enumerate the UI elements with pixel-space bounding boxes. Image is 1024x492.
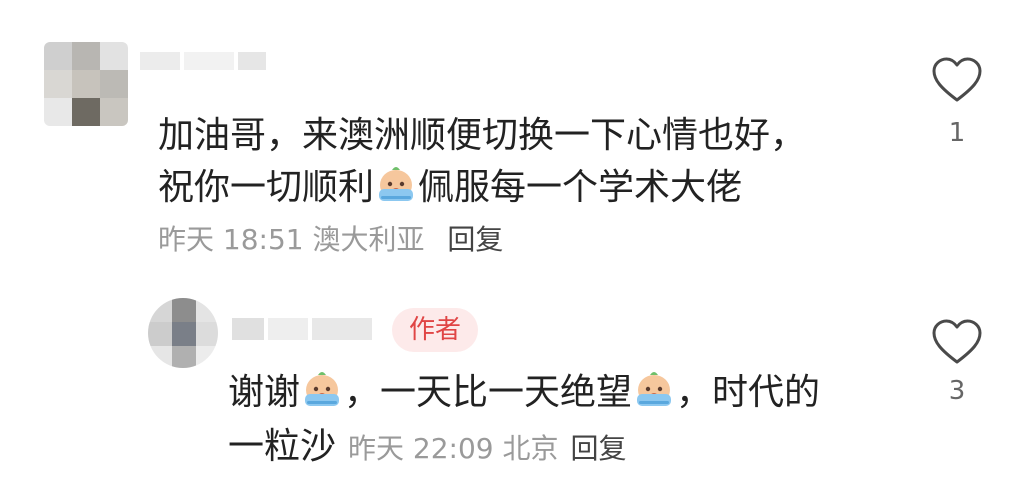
comment-location: 北京 xyxy=(502,432,559,465)
reply-text: 谢谢 ，一天比一天绝望 ，时代的 一粒沙 昨天 22:09 北京 回复 xyxy=(228,366,868,476)
avatar[interactable] xyxy=(148,298,218,368)
comment-meta: 昨天 18:51 澳大利亚 回复 xyxy=(158,220,503,260)
comment-line: 一粒沙 昨天 22:09 北京 回复 xyxy=(228,426,627,467)
comment-line: 加油哥，来澳洲顺便切换一下心情也好， xyxy=(158,115,807,156)
like-button[interactable] xyxy=(931,56,983,104)
author-badge: 作者 xyxy=(392,308,478,352)
crying-face-emoji-icon xyxy=(633,368,675,410)
like-count: 3 xyxy=(948,376,966,406)
reply-button[interactable]: 回复 xyxy=(571,432,627,465)
comment-line: 祝你一切顺利 佩服每一个学术大佬 xyxy=(158,162,878,214)
comment-line: 谢谢 ，一天比一天绝望 ，时代的 xyxy=(228,366,868,420)
like-button[interactable] xyxy=(931,318,983,366)
comment-text: 加油哥，来澳洲顺便切换一下心情也好， 祝你一切顺利 佩服每一个学术大佬 xyxy=(158,110,878,214)
username-blurred[interactable] xyxy=(140,46,270,76)
heart-outline-icon xyxy=(932,319,982,364)
heart-outline-icon xyxy=(932,57,982,102)
avatar[interactable] xyxy=(44,42,128,126)
crying-face-emoji-icon xyxy=(301,368,343,410)
comment-time: 昨天 18:51 xyxy=(158,223,304,256)
reply-button[interactable]: 回复 xyxy=(447,223,503,256)
comment-meta: 昨天 22:09 北京 回复 xyxy=(348,432,627,465)
username-blurred[interactable] xyxy=(232,308,382,348)
crying-face-emoji-icon xyxy=(375,163,417,205)
like-count: 1 xyxy=(948,118,966,148)
comment-time: 昨天 22:09 xyxy=(348,432,494,465)
comment-location: 澳大利亚 xyxy=(312,223,425,256)
